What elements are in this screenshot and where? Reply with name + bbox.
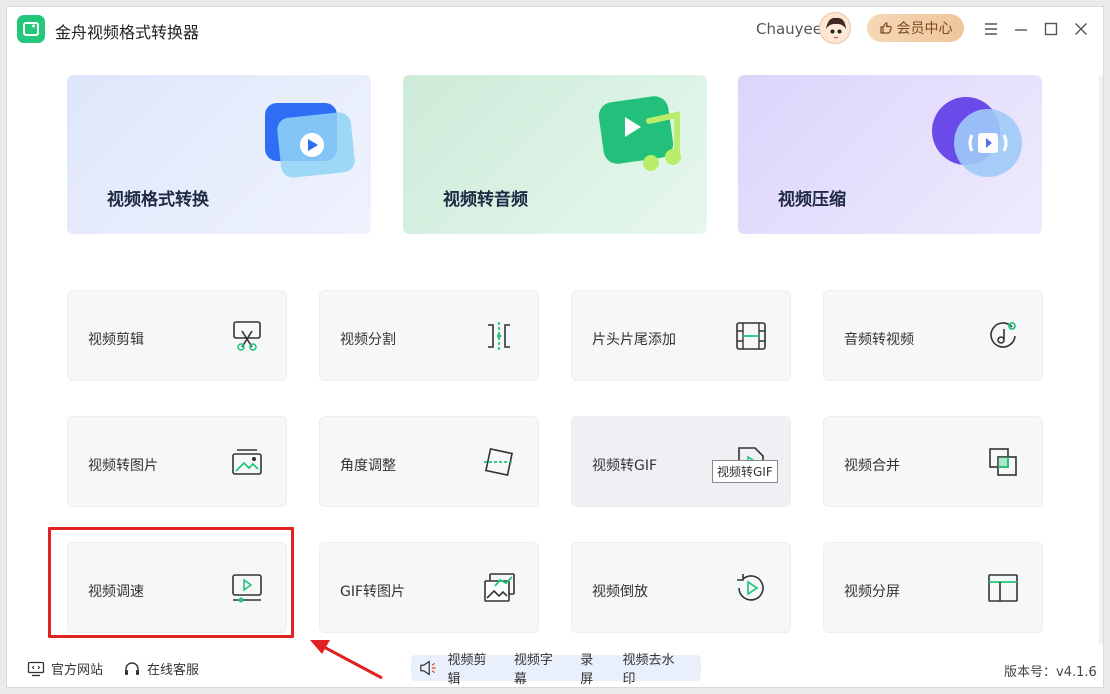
tool-label: 片头片尾添加: [592, 332, 676, 348]
rotate-frame-icon: [484, 448, 514, 476]
split-icon: [488, 322, 510, 350]
quick-link-remove-watermark[interactable]: 视频去水印: [622, 649, 683, 687]
tool-video-merge[interactable]: 视频合并: [823, 416, 1043, 507]
close-icon[interactable]: [1071, 19, 1091, 39]
hero-label: 视频转音频: [443, 190, 528, 210]
tool-label: 音频转视频: [844, 332, 914, 348]
tool-label: 视频转GIF: [592, 458, 658, 474]
minimize-icon[interactable]: [1011, 19, 1031, 39]
gallery-icon: [484, 573, 515, 602]
megaphone-icon: [420, 660, 436, 676]
official-website-label: 官方网站: [51, 663, 104, 678]
quick-link-screen-record[interactable]: 录屏: [580, 649, 604, 687]
video-play-icon: [265, 103, 355, 178]
tool-label: 视频倒放: [592, 584, 648, 600]
music-video-icon: [598, 96, 681, 171]
maximize-icon[interactable]: [1041, 19, 1061, 39]
music-note-circle-icon: [990, 322, 1016, 348]
menu-icon[interactable]: [981, 19, 1001, 39]
logo-icon: [23, 22, 39, 36]
online-support-link[interactable]: 在线客服: [123, 659, 199, 678]
scissors-screen-icon: [233, 321, 261, 351]
version-label: 版本号：v4.1.6: [1004, 665, 1097, 680]
tool-intro-outro[interactable]: 片头片尾添加: [571, 290, 791, 381]
highlight-box: [48, 527, 294, 638]
tool-audio-to-video[interactable]: 音频转视频: [823, 290, 1043, 381]
hero-label: 视频压缩: [778, 190, 846, 210]
hero-label: 视频格式转换: [107, 190, 209, 210]
film-strip-icon: [736, 322, 766, 350]
hero-video-to-audio[interactable]: 视频转音频: [403, 75, 707, 234]
tool-label: 视频转图片: [88, 458, 158, 474]
app-title: 金舟视频格式转换器: [55, 23, 200, 42]
tooltip: 视频转GIF: [712, 460, 778, 483]
avatar[interactable]: [819, 12, 851, 44]
username[interactable]: Chauyee: [756, 20, 822, 38]
tool-label: GIF转图片: [340, 584, 406, 600]
vip-label: 会员中心: [896, 21, 953, 37]
tool-label: 视频分屏: [844, 584, 900, 600]
tool-video-edit[interactable]: 视频剪辑: [67, 290, 287, 381]
merge-squares-icon: [989, 448, 1017, 476]
hero-video-compress[interactable]: 视频压缩: [738, 75, 1042, 234]
reverse-play-icon: [737, 574, 764, 601]
avatar-image: [826, 17, 846, 41]
official-website-link[interactable]: 官方网站: [27, 659, 103, 678]
scrollbar[interactable]: [1099, 75, 1103, 645]
tool-label: 视频剪辑: [88, 332, 144, 348]
tool-label: 角度调整: [340, 458, 396, 474]
hero-video-format-convert[interactable]: 视频格式转换: [67, 75, 371, 234]
tool-video-reverse[interactable]: 视频倒放: [571, 542, 791, 633]
tool-angle-adjust[interactable]: 角度调整: [319, 416, 539, 507]
monitor-icon: [27, 661, 45, 676]
tool-label: 视频合并: [844, 458, 900, 474]
tool-video-to-image[interactable]: 视频转图片: [67, 416, 287, 507]
quick-link-video-edit[interactable]: 视频剪辑: [447, 649, 495, 687]
tool-split-screen[interactable]: 视频分屏: [823, 542, 1043, 633]
thumbs-up-icon: [879, 22, 892, 34]
split-screen-icon: [988, 574, 1018, 602]
vip-center-button[interactable]: 会员中心: [867, 14, 964, 42]
image-icon: [232, 449, 262, 475]
tool-label: 视频分割: [340, 332, 396, 348]
tool-gif-to-image[interactable]: GIF转图片: [319, 542, 539, 633]
headset-icon: [125, 661, 139, 675]
quick-links-bar: 视频剪辑 视频字幕 录屏 视频去水印: [411, 653, 701, 687]
online-support-label: 在线客服: [147, 663, 200, 678]
annotation-arrow-icon: [310, 640, 383, 680]
tool-video-split[interactable]: 视频分割: [319, 290, 539, 381]
compress-icon: [932, 97, 1022, 177]
quick-link-video-subtitle[interactable]: 视频字幕: [514, 649, 562, 687]
app-logo: [17, 15, 45, 43]
